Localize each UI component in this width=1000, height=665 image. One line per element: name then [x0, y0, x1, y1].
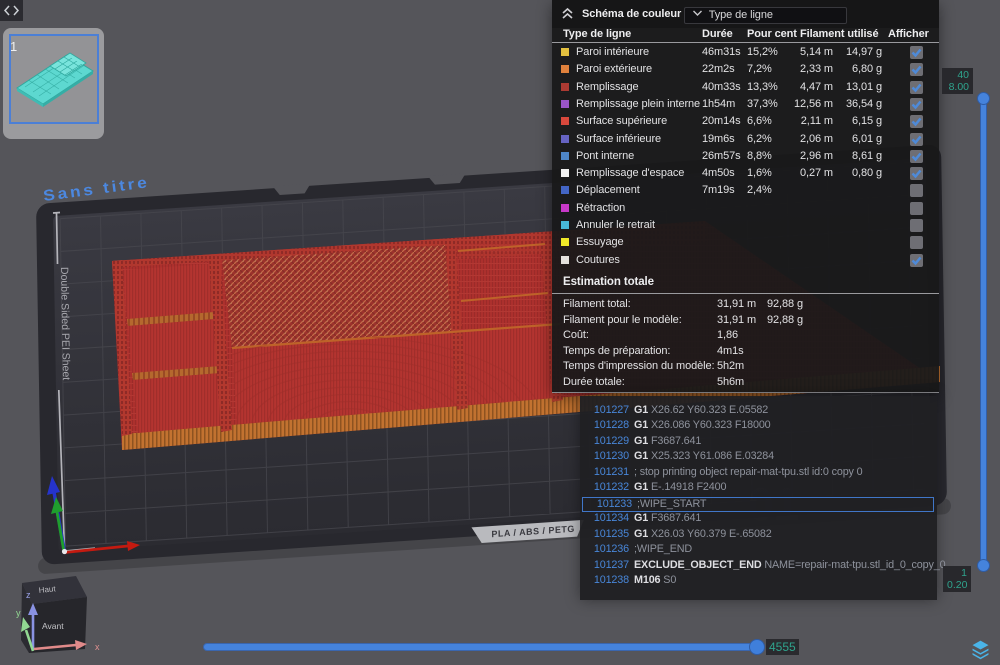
svg-text:Haut: Haut [38, 584, 57, 595]
svg-text:x: x [95, 642, 100, 652]
svg-text:Double Sided PEI Sheet: Double Sided PEI Sheet [58, 267, 72, 381]
svg-text:z: z [26, 590, 31, 600]
svg-text:y: y [16, 608, 21, 618]
svg-text:Avant: Avant [42, 621, 64, 631]
